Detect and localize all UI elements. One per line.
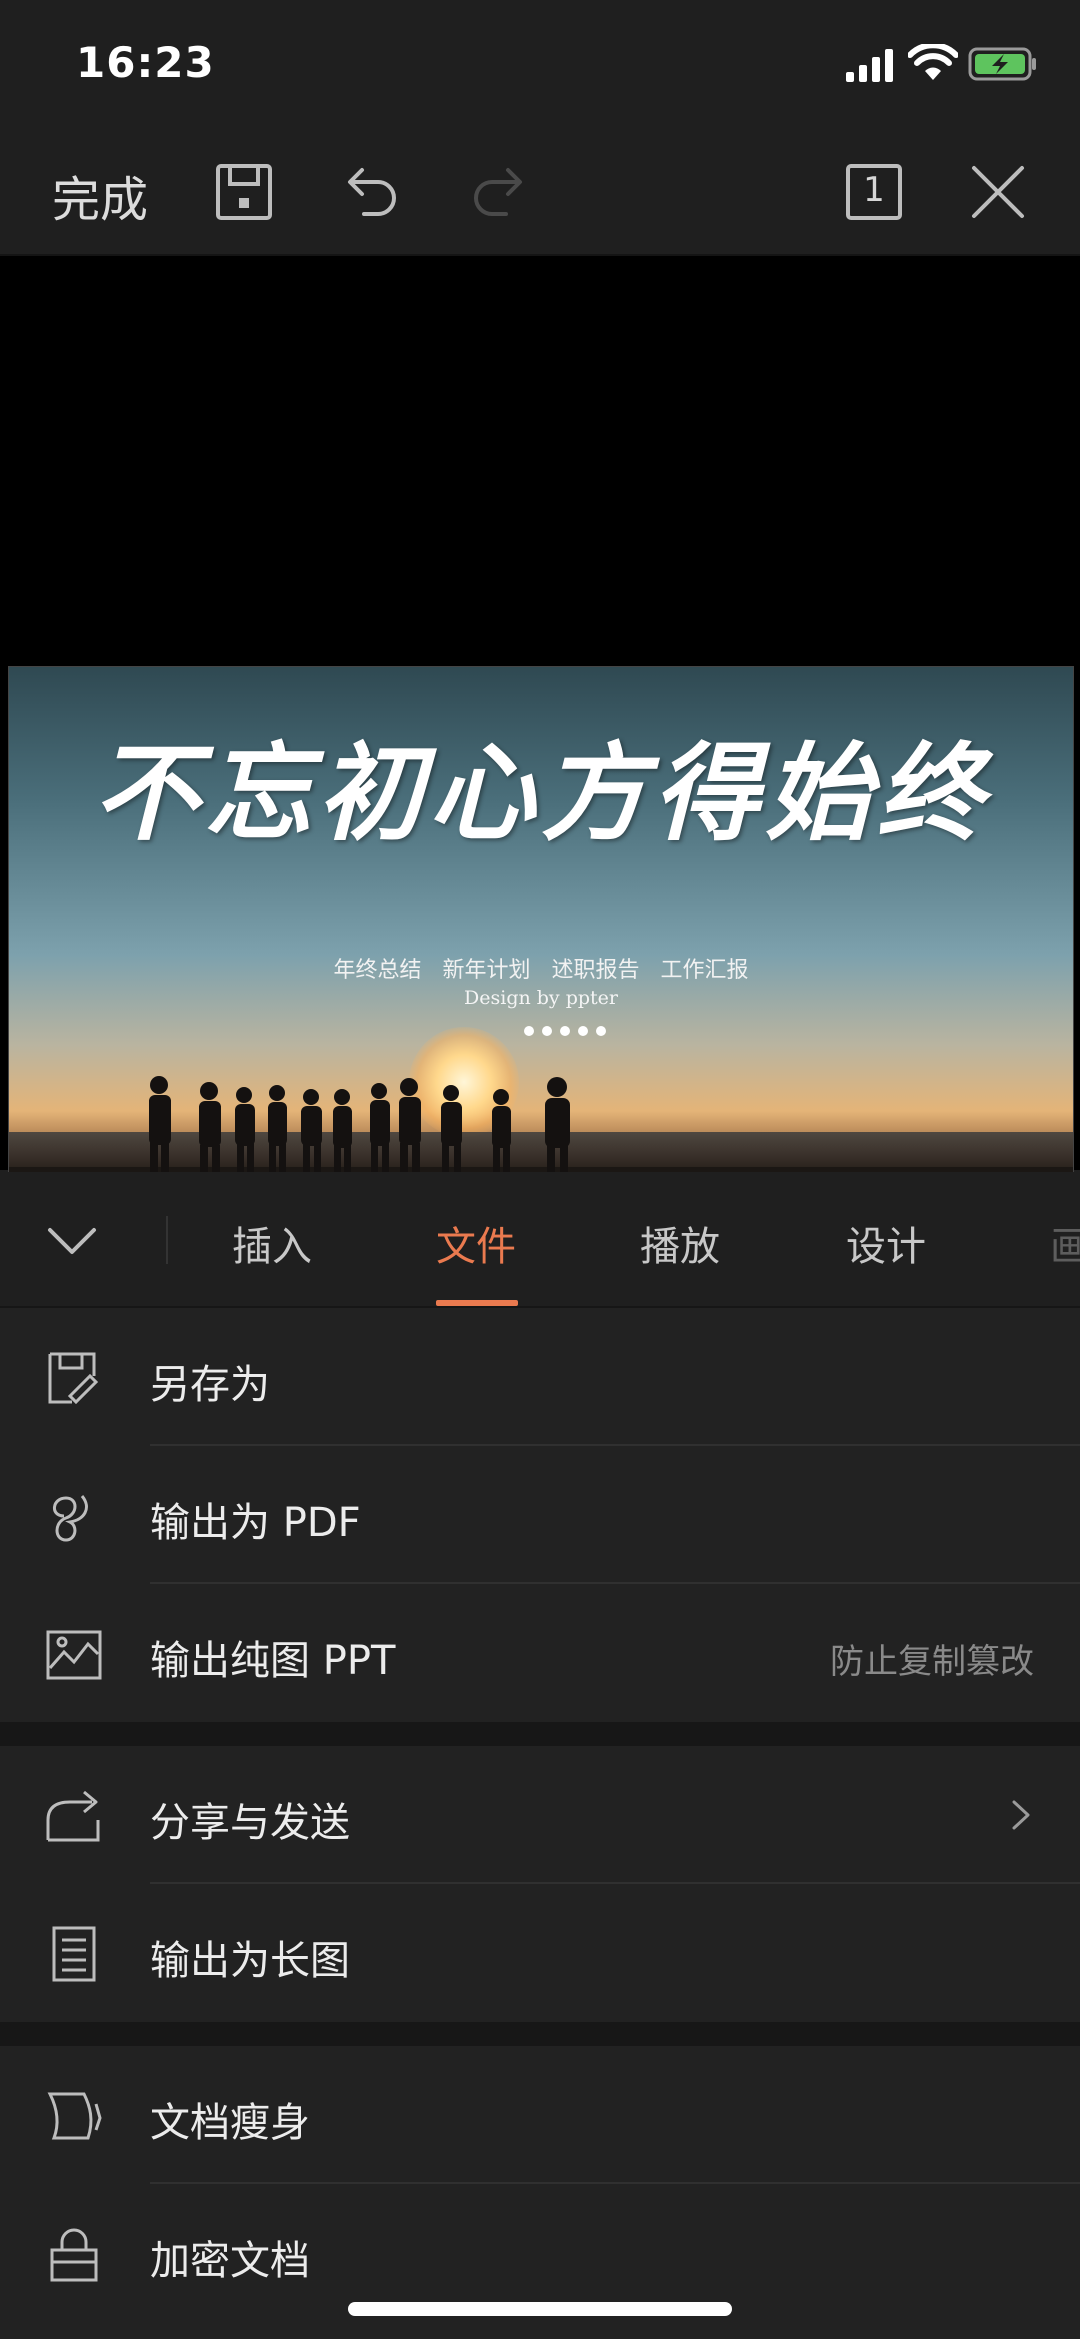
chevron-right-icon — [1012, 1800, 1030, 1830]
menu-group-document: 文档瘦身 加密文档 — [0, 2046, 1080, 2339]
group-gap — [0, 2022, 1080, 2046]
menu-item-hint: 防止复制篡改 — [830, 1642, 1034, 1682]
menu-item-slim-document[interactable]: 文档瘦身 — [0, 2046, 1080, 2184]
lock-icon — [50, 2228, 98, 2282]
editor-toolbar: 完成 1 — [0, 130, 1080, 256]
menu-item-export-image-ppt[interactable]: 输出纯图 PPT 防止复制篡改 — [0, 1584, 1080, 1722]
status-time: 16:23 — [76, 38, 215, 87]
menu-item-label: 输出为长图 — [150, 1938, 350, 1984]
cellular-signal-icon — [846, 49, 893, 82]
menu-item-export-long-image[interactable]: 输出为长图 — [0, 1884, 1080, 2022]
group-gap — [0, 1722, 1080, 1746]
menu-item-label: 输出纯图 PPT — [150, 1638, 396, 1684]
tab-partial[interactable]: 画 — [1050, 1214, 1080, 1272]
pdf-export-icon — [53, 1495, 88, 1542]
tab-file[interactable]: 文件 — [436, 1214, 516, 1272]
tab-divider — [166, 1216, 168, 1264]
menu-item-export-pdf[interactable]: 输出为 PDF — [0, 1446, 1080, 1584]
menu-group-export: 另存为 输出为 PDF 输出纯图 PPT 防止复制篡改 — [0, 1308, 1080, 1722]
active-tab-indicator — [436, 1300, 518, 1306]
menu-item-save-as[interactable]: 另存为 — [0, 1308, 1080, 1446]
tab-insert[interactable]: 插入 — [232, 1214, 312, 1272]
ribbon-tabs: 插入 文件 播放 设计 画 — [0, 1172, 1080, 1308]
slim-document-icon — [47, 2092, 102, 2140]
undo-icon[interactable] — [340, 160, 404, 224]
menu-item-label: 加密文档 — [150, 2238, 310, 2284]
chevron-down-icon[interactable] — [44, 1212, 100, 1268]
menu-item-label: 输出为 PDF — [150, 1500, 361, 1546]
battery-charging-icon — [968, 47, 1036, 81]
slide-counter-value: 1 — [863, 170, 885, 210]
menu-item-share-send[interactable]: 分享与发送 — [0, 1746, 1080, 1884]
tab-design[interactable]: 设计 — [846, 1214, 926, 1272]
image-export-icon — [46, 1630, 102, 1680]
slide-subline: 年终总结 新年计划 述职报告 工作汇报 — [333, 958, 749, 983]
slide-canvas[interactable]: 不忘初心方得始终 年终总结 新年计划 述职报告 工作汇报 Design by p… — [0, 256, 1080, 1268]
slide-counter-icon[interactable]: 1 — [842, 160, 906, 224]
menu-item-label: 文档瘦身 — [150, 2100, 310, 2146]
long-image-icon — [52, 1926, 96, 1982]
menu-item-label: 分享与发送 — [150, 1800, 350, 1846]
save-icon[interactable] — [212, 160, 276, 224]
menu-group-share: 分享与发送 输出为长图 — [0, 1746, 1080, 2022]
slide-credit: Design by ppter — [464, 987, 618, 1009]
done-button[interactable]: 完成 — [52, 160, 148, 230]
home-indicator[interactable] — [348, 2302, 732, 2316]
close-icon[interactable] — [966, 160, 1030, 224]
redo-icon[interactable] — [466, 160, 530, 224]
save-as-icon — [48, 1352, 99, 1405]
slide-dots — [524, 1021, 614, 1040]
wifi-icon — [908, 44, 958, 80]
slide-headline: 不忘初心方得始终 — [93, 730, 989, 855]
tab-play[interactable]: 播放 — [640, 1214, 720, 1272]
share-icon — [46, 1790, 100, 1842]
status-bar: 16:23 — [0, 0, 1080, 130]
menu-item-label: 另存为 — [150, 1362, 270, 1408]
